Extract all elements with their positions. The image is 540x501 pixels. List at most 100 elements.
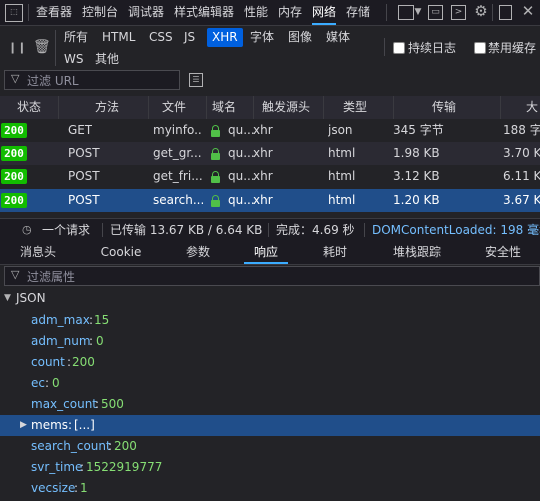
request-cause: xhr	[253, 146, 273, 160]
json-colon: :	[67, 355, 72, 369]
table-row[interactable]: 200 POST get_gr... qu... xhr html 1.98 K…	[0, 142, 540, 165]
lock-icon	[211, 148, 220, 160]
detail-tabs: 消息头 Cookie 参数 响应 耗时 堆栈跟踪 安全性	[0, 241, 540, 265]
json-colon: :	[45, 376, 50, 390]
request-domain: qu...	[228, 146, 255, 160]
table-row[interactable]: 200 GET myinfo... qu... xhr json 345 字节 …	[0, 119, 540, 142]
json-property[interactable]: vecsize: 1	[0, 478, 540, 499]
url-filter-placeholder: 过滤 URL	[27, 74, 79, 88]
chevron-down-icon[interactable]: ▼	[413, 4, 423, 20]
request-transferred: 345 字节	[393, 123, 444, 137]
request-transferred: 1.20 KB	[393, 193, 440, 207]
table-row-selected[interactable]: 200 POST search... qu... xhr html 1.20 K…	[0, 189, 540, 212]
request-size: 3.70 K	[503, 146, 540, 160]
json-property[interactable]: count: 200	[0, 352, 540, 373]
persist-logs-checkbox[interactable]	[393, 42, 405, 54]
json-property[interactable]: ec: 0	[0, 373, 540, 394]
disable-cache-checkbox[interactable]	[474, 42, 486, 54]
filter-media[interactable]: 媒体	[321, 28, 355, 47]
url-filter-input[interactable]: ▽ 过滤 URL	[4, 70, 180, 90]
filter-html[interactable]: HTML	[97, 28, 140, 47]
pause-icon[interactable]: ❙❙	[8, 40, 26, 56]
request-file: search...	[153, 193, 203, 207]
clock-icon: ◷	[22, 223, 32, 236]
col-status[interactable]: 状态	[17, 96, 41, 119]
summary-transferred: 已传输 13.67 KB / 6.64 KB	[110, 223, 263, 237]
json-colon: :	[95, 397, 100, 411]
frame-select-icon[interactable]	[398, 5, 414, 20]
json-value: 200	[72, 355, 95, 369]
json-property[interactable]: max_count: 500	[0, 394, 540, 415]
filter-images[interactable]: 图像	[283, 28, 317, 47]
json-property[interactable]: adm_max: 15	[0, 310, 540, 331]
request-type: json	[328, 123, 353, 137]
request-file: get_fri...	[153, 169, 203, 183]
json-value: 1522919777	[86, 460, 163, 474]
col-domain[interactable]: 域名	[212, 96, 236, 119]
request-method: POST	[68, 169, 100, 183]
split-console-icon[interactable]: ▭	[428, 5, 443, 20]
filter-fonts[interactable]: 字体	[245, 28, 279, 47]
tab-inspector[interactable]: 查看器	[36, 0, 72, 25]
col-file[interactable]: 文件	[162, 96, 186, 119]
property-filter-input[interactable]: ▽ 过滤属性	[4, 266, 540, 286]
filter-xhr[interactable]: XHR	[207, 28, 243, 47]
json-property[interactable]: search_count: 200	[0, 436, 540, 457]
request-file: get_gr...	[153, 146, 202, 160]
tab-performance[interactable]: 性能	[244, 0, 268, 25]
tab-network[interactable]: 网络	[312, 0, 337, 25]
json-key: mems	[31, 418, 69, 432]
tab-console[interactable]: 控制台	[82, 0, 118, 25]
json-root[interactable]: ▼ JSON	[0, 288, 540, 309]
json-property[interactable]: svr_time: 1522919777	[0, 457, 540, 478]
filter-ws[interactable]: WS	[59, 50, 88, 69]
trash-icon[interactable]: 🗑	[33, 39, 51, 55]
tab-memory[interactable]: 内存	[278, 0, 302, 25]
tab-headers[interactable]: 消息头	[8, 241, 68, 264]
summary-requests: 一个请求	[42, 223, 91, 237]
tab-debugger[interactable]: 调试器	[128, 0, 164, 25]
json-key: ec	[31, 376, 45, 390]
json-value: 1	[80, 481, 88, 495]
tab-storage[interactable]: 存储	[346, 0, 370, 25]
col-size[interactable]: 大	[526, 96, 538, 119]
col-type[interactable]: 类型	[343, 96, 367, 119]
request-size: 188 字	[503, 123, 540, 137]
json-root-label: JSON	[16, 291, 46, 305]
request-type: html	[328, 146, 356, 160]
json-colon: :	[108, 439, 113, 453]
tab-timings[interactable]: 耗时	[307, 241, 363, 264]
dock-side-icon[interactable]	[499, 5, 512, 20]
gear-icon[interactable]: ⚙	[473, 3, 489, 19]
request-method: POST	[68, 146, 100, 160]
tab-response[interactable]: 响应	[238, 241, 294, 264]
filter-all[interactable]: 所有	[59, 28, 93, 47]
filter-css[interactable]: CSS	[144, 28, 178, 47]
status-badge: 200	[1, 193, 27, 208]
json-property-selected[interactable]: ▶ mems: [...]	[0, 415, 540, 436]
request-blocking-icon[interactable]: ☰	[189, 73, 203, 87]
tab-params[interactable]: 参数	[170, 241, 226, 264]
summary-finish: 完成：4.69 秒	[276, 223, 355, 237]
table-row[interactable]: 200 POST get_fri... qu... xhr html 3.12 …	[0, 165, 540, 188]
toggle-panel-icon[interactable]: >	[451, 5, 466, 20]
filter-other[interactable]: 其他	[90, 50, 124, 69]
request-domain: qu...	[228, 123, 255, 137]
col-cause[interactable]: 触发源头	[262, 96, 310, 119]
element-picker-icon[interactable]: ⬚	[5, 4, 23, 22]
tab-stack-trace[interactable]: 堆栈跟踪	[378, 241, 456, 264]
tab-security[interactable]: 安全性	[472, 241, 534, 264]
close-icon[interactable]: ✕	[520, 3, 536, 19]
filter-js[interactable]: JS	[179, 28, 200, 47]
col-method[interactable]: 方法	[95, 96, 119, 119]
request-filter-bar: ❙❙ 🗑 所有 HTML CSS JS XHR 字体 图像 媒体 WS 其他 持…	[0, 26, 540, 70]
json-property[interactable]: adm_num: 0	[0, 331, 540, 352]
request-table-header: 状态 方法 文件 域名 触发源头 类型 传输 大	[0, 96, 540, 119]
col-transferred[interactable]: 传输	[432, 96, 456, 119]
json-value: 200	[114, 439, 137, 453]
tab-cookies[interactable]: Cookie	[90, 241, 152, 264]
json-key: adm_max	[31, 313, 90, 327]
network-summary-bar: ◷ 一个请求 已传输 13.67 KB / 6.64 KB 完成：4.69 秒 …	[0, 218, 540, 242]
tab-style-editor[interactable]: 样式编辑器	[174, 0, 234, 25]
json-value: 15	[94, 313, 110, 327]
